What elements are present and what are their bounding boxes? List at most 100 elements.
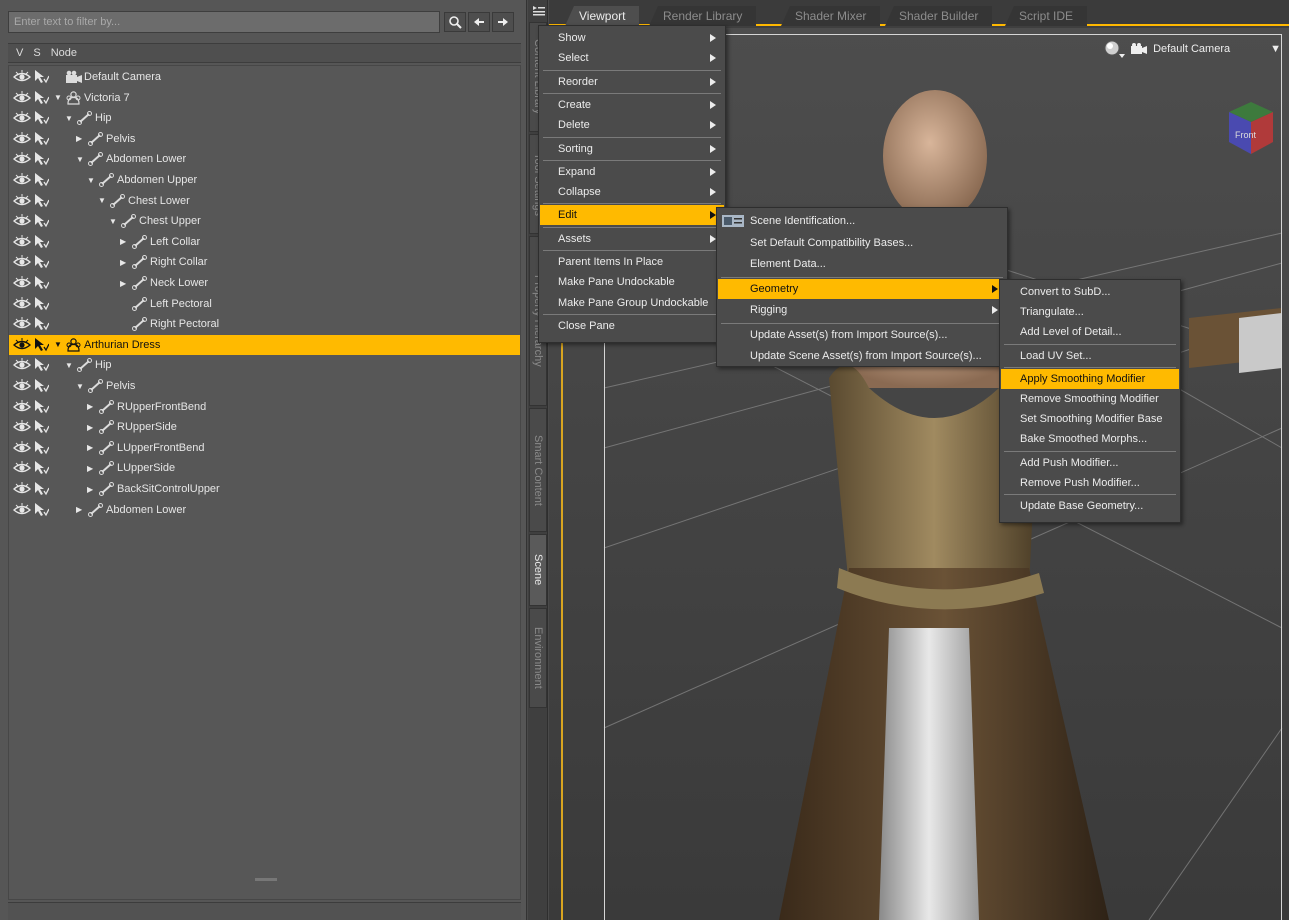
menu-item-element-data[interactable]: Element Data... <box>718 254 1006 274</box>
eye-icon[interactable] <box>12 420 32 434</box>
eye-icon[interactable] <box>12 461 32 475</box>
eye-icon[interactable] <box>12 111 32 125</box>
tab-shader-builder[interactable]: Shader Builder <box>885 6 993 26</box>
expand-triangle-right-icon[interactable]: ▶ <box>76 134 85 143</box>
camera-selector[interactable]: Default Camera ▼ <box>1103 40 1281 58</box>
tab-viewport[interactable]: Viewport <box>565 6 640 26</box>
pointer-arrow-icon[interactable] <box>33 482 50 496</box>
menu-item-delete[interactable]: Delete <box>540 115 724 135</box>
selectability-column-header[interactable]: S <box>33 47 40 59</box>
eye-icon[interactable] <box>12 193 32 208</box>
tree-row[interactable]: Right Pectoral <box>9 314 520 334</box>
tree-row[interactable]: ▼ Hip <box>9 355 520 375</box>
tree-row[interactable]: ▶ Right Collar <box>9 252 520 272</box>
filter-input[interactable] <box>8 11 440 33</box>
expand-triangle-right-icon[interactable]: ▶ <box>120 258 129 267</box>
expand-triangle-down-icon[interactable]: ▼ <box>76 155 85 164</box>
pointer-arrow-icon[interactable] <box>33 70 50 84</box>
menu-item-rigging[interactable]: Rigging <box>718 300 1006 320</box>
eye-icon[interactable] <box>12 440 32 455</box>
tree-row[interactable]: ▶ LUpperFrontBend <box>9 438 520 458</box>
menu-item-scene-identification[interactable]: Scene Identification... <box>718 211 1006 231</box>
tree-row[interactable]: ▶ Pelvis <box>9 129 520 149</box>
expand-triangle-right-icon[interactable]: ▶ <box>87 423 96 432</box>
menu-item-edit[interactable]: Edit <box>540 205 724 226</box>
tree-row[interactable]: Left Pectoral <box>9 294 520 314</box>
tab-render-library[interactable]: Render Library <box>649 6 757 26</box>
pointer-arrow-icon[interactable] <box>33 234 50 249</box>
menu-item-update-scene-asset-s-from-import-source-s[interactable]: Update Scene Asset(s) from Import Source… <box>718 346 1006 366</box>
tree-row[interactable]: ▶ RUpperSide <box>9 417 520 437</box>
pointer-arrow-icon[interactable] <box>33 276 50 290</box>
eye-icon[interactable] <box>12 131 32 146</box>
expand-triangle-right-icon[interactable]: ▶ <box>76 505 85 514</box>
node-column-header[interactable]: Node <box>51 47 77 59</box>
expand-triangle-down-icon[interactable]: ▼ <box>109 217 118 226</box>
expand-triangle-right-icon[interactable]: ▶ <box>87 485 96 494</box>
tree-row[interactable]: ▶ LUpperSide <box>9 458 520 478</box>
tree-row[interactable]: ▼ Chest Upper <box>9 211 520 231</box>
tree-row[interactable]: ▼ Abdomen Upper <box>9 170 520 190</box>
pointer-arrow-icon[interactable] <box>33 131 50 146</box>
side-tab-scene[interactable]: Scene <box>529 534 547 606</box>
eye-icon[interactable] <box>12 317 32 331</box>
pointer-arrow-icon[interactable] <box>33 193 50 208</box>
menu-item-load-uv-set[interactable]: Load UV Set... <box>1001 346 1179 366</box>
eye-icon[interactable] <box>12 214 32 228</box>
menu-item-make-pane-undockable[interactable]: Make Pane Undockable <box>540 272 724 292</box>
tree-row[interactable]: ▼ Victoria 7 <box>9 88 520 108</box>
tree-row[interactable]: ▶ Left Collar <box>9 232 520 252</box>
menu-item-remove-push-modifier[interactable]: Remove Push Modifier... <box>1001 473 1179 493</box>
menu-item-add-push-modifier[interactable]: Add Push Modifier... <box>1001 453 1179 473</box>
expand-triangle-right-icon[interactable]: ▶ <box>87 464 96 473</box>
previous-match-icon[interactable] <box>468 12 490 32</box>
expand-triangle-down-icon[interactable]: ▼ <box>98 196 107 205</box>
pointer-arrow-icon[interactable] <box>33 317 50 331</box>
tree-row[interactable]: ▶ Neck Lower <box>9 273 520 293</box>
menu-item-expand[interactable]: Expand <box>540 162 724 182</box>
tree-row[interactable]: ▼ Abdomen Lower <box>9 149 520 169</box>
eye-icon[interactable] <box>12 337 32 352</box>
expand-triangle-down-icon[interactable]: ▼ <box>76 382 85 391</box>
menu-item-create[interactable]: Create <box>540 95 724 115</box>
tab-shader-mixer[interactable]: Shader Mixer <box>781 6 881 26</box>
eye-icon[interactable] <box>12 482 32 496</box>
tree-row[interactable]: ▼ Pelvis <box>9 376 520 396</box>
pointer-arrow-icon[interactable] <box>33 255 50 269</box>
eye-icon[interactable] <box>12 276 32 290</box>
tab-script-ide[interactable]: Script IDE <box>1005 6 1088 26</box>
menu-item-show[interactable]: Show <box>540 28 724 48</box>
eye-icon[interactable] <box>12 255 32 269</box>
menu-item-triangulate[interactable]: Triangulate... <box>1001 302 1179 322</box>
tree-row[interactable]: ▼ Arthurian Dress <box>9 334 520 355</box>
menu-item-select[interactable]: Select <box>540 48 724 68</box>
eye-icon[interactable] <box>12 502 32 517</box>
expand-triangle-right-icon[interactable]: ▶ <box>87 402 96 411</box>
expand-triangle-down-icon[interactable]: ▼ <box>65 114 74 123</box>
splitter-grip[interactable] <box>255 878 277 881</box>
expand-triangle-right-icon[interactable]: ▶ <box>120 279 129 288</box>
eye-icon[interactable] <box>12 70 32 84</box>
menu-item-remove-smoothing-modifier[interactable]: Remove Smoothing Modifier <box>1001 389 1179 409</box>
menu-item-update-base-geometry[interactable]: Update Base Geometry... <box>1001 496 1179 516</box>
pointer-arrow-icon[interactable] <box>33 296 50 311</box>
pointer-arrow-icon[interactable] <box>33 502 50 517</box>
tree-row[interactable]: ▼ Chest Lower <box>9 191 520 211</box>
tree-row[interactable]: ▶ RUpperFrontBend <box>9 397 520 417</box>
menu-item-assets[interactable]: Assets <box>540 229 724 249</box>
expand-triangle-down-icon[interactable]: ▼ <box>65 361 74 370</box>
eye-icon[interactable] <box>12 152 32 166</box>
eye-icon[interactable] <box>12 379 32 393</box>
pointer-arrow-icon[interactable] <box>33 111 50 125</box>
expand-triangle-down-icon[interactable]: ▼ <box>54 340 63 349</box>
menu-item-parent-items-in-place[interactable]: Parent Items In Place <box>540 252 724 272</box>
menu-item-convert-to-subd[interactable]: Convert to SubD... <box>1001 282 1179 302</box>
menu-item-sorting[interactable]: Sorting <box>540 139 724 159</box>
chevron-down-icon[interactable]: ▼ <box>1270 43 1281 55</box>
menu-item-make-pane-group-undockable[interactable]: Make Pane Group Undockable <box>540 293 724 313</box>
draw-style-icon[interactable] <box>1103 39 1126 59</box>
eye-icon[interactable] <box>12 234 32 249</box>
menu-item-add-level-of-detail[interactable]: Add Level of Detail... <box>1001 322 1179 342</box>
tree-row[interactable]: ▶ BackSitControlUpper <box>9 479 520 499</box>
side-tab-smart-content[interactable]: Smart Content <box>529 408 547 532</box>
